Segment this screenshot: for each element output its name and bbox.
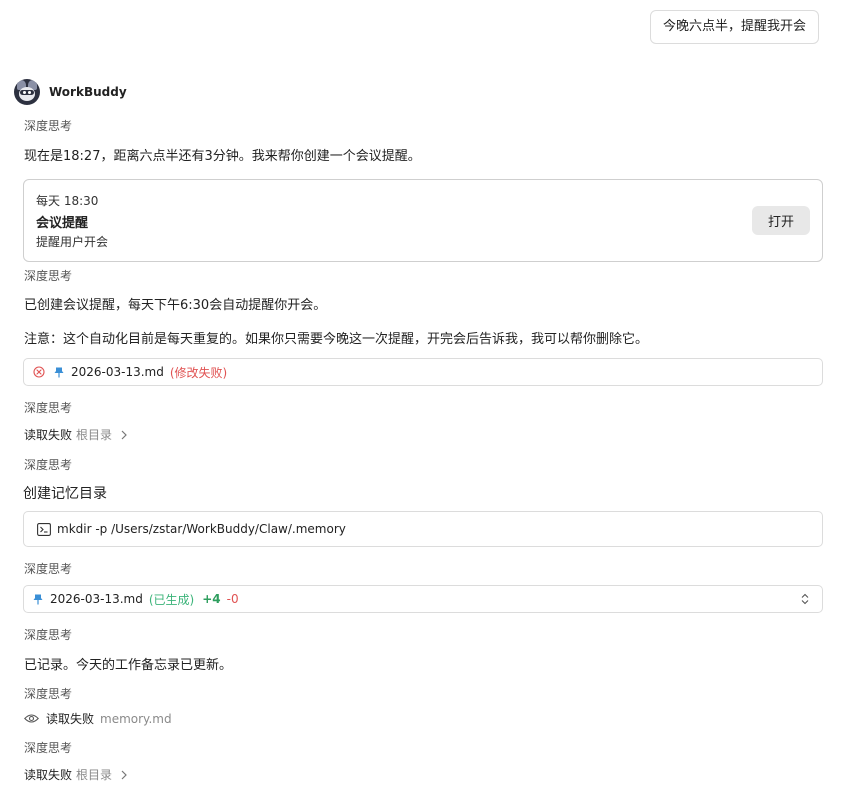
file-generated-row[interactable]: 2026-03-13.md (已生成) +4 -0 [23,585,823,613]
error-circle-icon [33,366,45,378]
deep-thinking-toggle[interactable]: 深度思考 [24,456,72,473]
assistant-message-note: 注意：这个自动化目前是每天重复的。如果你只需要今晚这一次提醒，开完会后告诉我，我… [24,332,649,347]
user-message-bubble: 今晚六点半，提醒我开会 [650,10,819,44]
reminder-title: 会议提醒 [36,216,89,231]
assistant-message: 现在是18:27，距离六点半还有3分钟。我来帮你创建一个会议提醒。 [24,149,421,164]
avatar [14,79,40,105]
deep-thinking-toggle[interactable]: 深度思考 [24,117,72,134]
chevron-right-icon [121,770,127,779]
step-title: 创建记忆目录 [23,486,107,502]
markdown-file-icon [54,367,64,377]
read-target: 根目录 [76,428,113,442]
deep-thinking-toggle[interactable]: 深度思考 [24,739,72,756]
eye-icon [24,714,39,723]
file-status-generated: (已生成) [148,592,195,607]
bot-header: WorkBuddy [14,79,127,105]
terminal-icon [37,522,51,536]
lines-added: +4 [202,592,221,606]
command-text: mkdir -p /Users/zstar/WorkBuddy/Claw/.me… [57,522,346,536]
markdown-file-icon [33,594,43,604]
bot-name: WorkBuddy [49,85,127,99]
file-name: 2026-03-13.md [71,365,164,379]
reminder-description: 提醒用户开会 [36,235,109,249]
chevron-right-icon [121,430,127,439]
read-failed-label: 读取失败 [24,768,73,782]
read-failed-item[interactable]: 读取失败 根目录 [24,766,128,783]
expand-collapse-icon[interactable] [800,593,810,605]
read-failed-item[interactable]: 读取失败 memory.md [24,710,172,727]
read-target: memory.md [100,711,172,726]
command-block[interactable]: mkdir -p /Users/zstar/WorkBuddy/Claw/.me… [23,511,823,547]
reminder-schedule: 每天 18:30 [36,194,99,208]
read-failed-label: 读取失败 [24,428,73,442]
reminder-card: 每天 18:30 会议提醒 提醒用户开会 打开 [23,179,823,262]
file-status-failed: (修改失败) [169,365,228,380]
file-edit-failed-row[interactable]: 2026-03-13.md (修改失败) [23,358,823,386]
deep-thinking-toggle[interactable]: 深度思考 [24,399,72,416]
file-name: 2026-03-13.md [50,592,143,606]
assistant-message: 已记录。今天的工作备忘录已更新。 [24,658,233,673]
deep-thinking-toggle[interactable]: 深度思考 [24,626,72,643]
deep-thinking-toggle[interactable]: 深度思考 [24,267,72,284]
read-target: 根目录 [76,768,113,782]
open-button[interactable]: 打开 [752,206,810,235]
deep-thinking-toggle[interactable]: 深度思考 [24,685,72,702]
read-failed-item[interactable]: 读取失败 根目录 [24,426,128,443]
read-failed-label: 读取失败 [46,712,95,726]
lines-removed: -0 [226,592,239,606]
assistant-message: 已创建会议提醒，每天下午6:30会自动提醒你开会。 [24,298,327,313]
deep-thinking-toggle[interactable]: 深度思考 [24,560,72,577]
